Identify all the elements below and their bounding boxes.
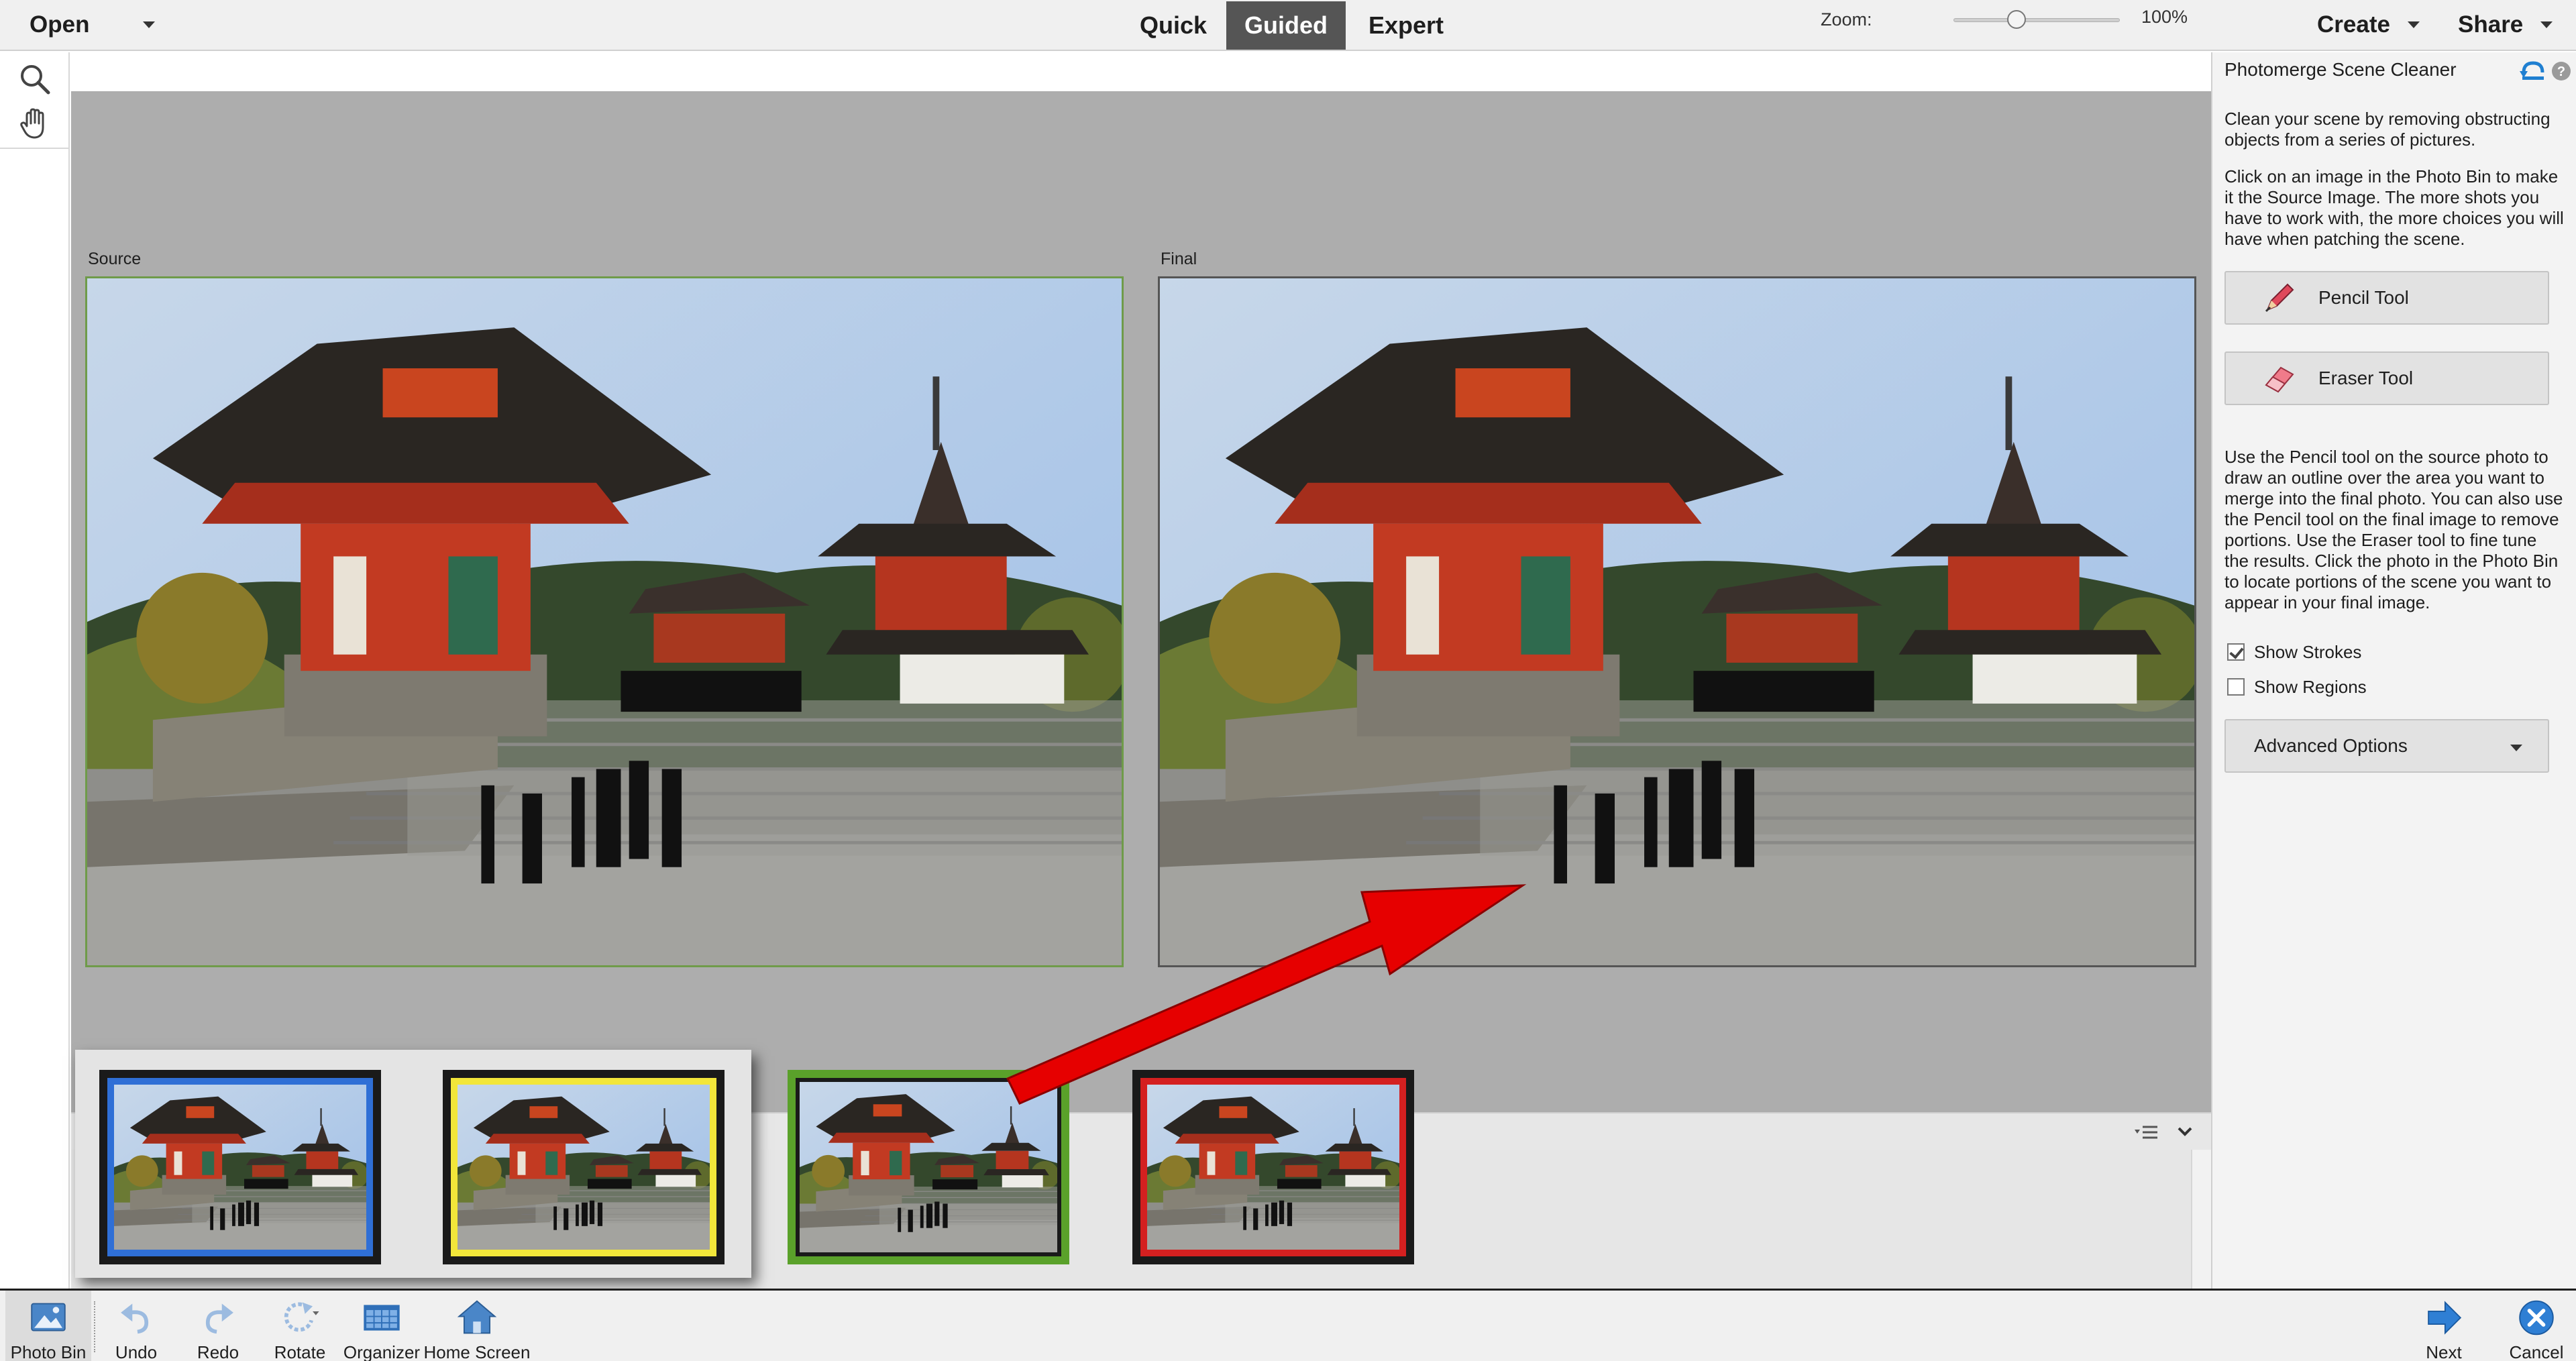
top-bar: Open Quick Guided Expert Create Share <box>0 0 2576 51</box>
organizer-label: Organizer <box>343 1342 421 1361</box>
show-strokes-checkbox[interactable] <box>2227 643 2245 661</box>
panel-title: Photomerge Scene Cleaner <box>2224 59 2457 80</box>
chevron-down-icon <box>2510 745 2522 751</box>
advanced-options-button[interactable]: Advanced Options <box>2224 719 2549 773</box>
home-screen-button[interactable]: Home Screen <box>424 1291 530 1361</box>
pencil-tool-label: Pencil Tool <box>2318 287 2409 308</box>
next-button[interactable]: Next <box>2400 1291 2487 1361</box>
help-icon[interactable]: ? <box>2551 60 2572 82</box>
hand-icon[interactable] <box>17 106 52 141</box>
next-arrow-icon <box>2428 1301 2462 1335</box>
thumbnail-frame <box>107 1078 373 1256</box>
rotate-button[interactable]: Rotate <box>256 1291 343 1361</box>
thumbnail-frame <box>796 1078 1061 1256</box>
undo-button[interactable]: Undo <box>93 1291 180 1361</box>
eraser-tool-label: Eraser Tool <box>2318 368 2414 388</box>
bin-options-icon[interactable] <box>2135 1123 2159 1142</box>
rotate-icon <box>284 1302 319 1332</box>
cancel-button[interactable]: Cancel <box>2493 1291 2576 1361</box>
zoom-slider[interactable] <box>1953 18 2120 22</box>
tab-quick[interactable]: Quick <box>1120 1 1226 50</box>
eraser-tool-button[interactable]: Eraser Tool <box>2224 351 2549 405</box>
share-button[interactable]: Share <box>2458 0 2553 50</box>
organizer-icon <box>364 1305 400 1331</box>
thumbnail-frame <box>451 1078 716 1256</box>
cancel-icon <box>2519 1300 2554 1336</box>
create-label: Create <box>2317 11 2390 38</box>
chevron-down-icon <box>2407 21 2420 28</box>
pencil-tool-button[interactable]: Pencil Tool <box>2224 271 2549 325</box>
panel-intro: Clean your scene by removing obstructing… <box>2224 109 2551 150</box>
final-photo[interactable] <box>1158 276 2196 967</box>
create-button[interactable]: Create <box>2317 0 2420 50</box>
redo-button[interactable]: Redo <box>174 1291 262 1361</box>
photo-bin-icon <box>31 1303 66 1331</box>
open-button[interactable]: Open <box>30 0 156 50</box>
zoom-strip <box>71 52 2211 91</box>
photo-bin-button[interactable]: Photo Bin <box>5 1291 91 1361</box>
undo-label: Undo <box>115 1342 158 1361</box>
show-strokes-label: Show Strokes <box>2254 641 2362 662</box>
source-label: Source <box>88 250 142 268</box>
advanced-options-label: Advanced Options <box>2254 735 2408 756</box>
zoom-value: 100% <box>2141 7 2188 27</box>
source-photo[interactable] <box>85 276 1124 967</box>
photo-bin-thumbnail[interactable] <box>788 1070 1069 1264</box>
zoom-label: Zoom: <box>1821 9 1872 30</box>
rotate-label: Rotate <box>274 1342 326 1361</box>
photo-bin-thumbnail[interactable] <box>443 1070 724 1264</box>
chevron-down-icon <box>2540 21 2553 28</box>
show-regions-label: Show Regions <box>2254 676 2367 697</box>
pencil-icon <box>2265 283 2294 313</box>
tool-group <box>0 52 70 149</box>
chevron-down-icon[interactable] <box>143 21 156 28</box>
tool-bar <box>0 52 70 1289</box>
guided-panel: Photomerge Scene Cleaner ? Clean your sc… <box>2211 52 2576 1289</box>
show-regions-checkbox[interactable] <box>2227 678 2245 696</box>
bin-scrollbar[interactable] <box>2191 1150 2211 1289</box>
show-strokes-row[interactable]: Show Strokes <box>2227 641 2361 663</box>
next-label: Next <box>2426 1342 2462 1361</box>
panel-instructions-source: Click on an image in the Photo Bin to ma… <box>2224 166 2564 249</box>
svg-text:?: ? <box>2557 64 2565 79</box>
mode-tabs: Quick Guided Expert <box>1120 1 1466 50</box>
panel-instructions-pencil: Use the Pencil tool on the source photo … <box>2224 447 2563 612</box>
thumbnail-frame <box>1140 1078 1406 1256</box>
show-regions-row[interactable]: Show Regions <box>2227 676 2367 698</box>
tab-guided[interactable]: Guided <box>1226 1 1346 50</box>
organizer-button[interactable]: Organizer <box>338 1291 425 1361</box>
cancel-label: Cancel <box>2509 1342 2564 1361</box>
canvas: Source Final <box>71 91 2211 1112</box>
eraser-icon <box>2265 366 2294 393</box>
chevron-down-icon[interactable] <box>2176 1124 2194 1139</box>
bottom-bar: Photo Bin Undo Redo Rotate Organizer Hom… <box>0 1289 2576 1361</box>
undo-icon <box>121 1303 149 1334</box>
photo-bin-label: Photo Bin <box>10 1342 87 1361</box>
home-icon <box>457 1300 497 1334</box>
share-label: Share <box>2458 11 2524 38</box>
magnifier-icon[interactable] <box>17 62 52 97</box>
final-label: Final <box>1161 250 1197 268</box>
photo-bin <box>75 1050 1414 1278</box>
photo-bin-thumbnail[interactable] <box>1132 1070 1414 1264</box>
redo-icon <box>205 1303 233 1334</box>
tab-expert[interactable]: Expert <box>1346 1 1466 50</box>
home-screen-label: Home Screen <box>423 1342 531 1361</box>
open-label: Open <box>30 11 90 38</box>
redo-label: Redo <box>197 1342 239 1361</box>
reset-icon[interactable] <box>2520 59 2546 83</box>
photo-bin-thumbnail[interactable] <box>99 1070 381 1264</box>
